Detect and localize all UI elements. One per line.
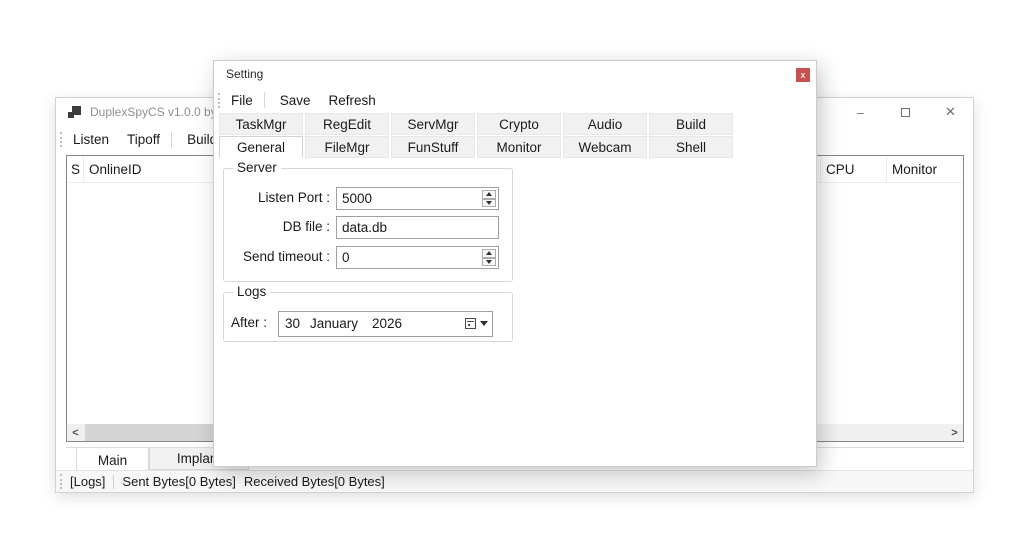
listen-port-spinner	[481, 189, 497, 208]
tab-regedit[interactable]: RegEdit	[305, 113, 389, 135]
menu-refresh[interactable]: Refresh	[322, 93, 383, 108]
spin-up-button[interactable]	[482, 249, 496, 258]
spin-down-button[interactable]	[482, 258, 496, 267]
tab-crypto[interactable]: Crypto	[477, 113, 561, 135]
maximize-button[interactable]	[883, 98, 928, 126]
close-icon: ✕	[945, 104, 956, 120]
listen-port-input[interactable]: 5000	[336, 187, 499, 210]
setting-dialog: Setting x File Save Refresh TaskMgr RegE…	[213, 60, 817, 467]
column-header-cpu[interactable]: CPU	[821, 156, 887, 182]
db-file-value: data.db	[342, 220, 387, 235]
tab-taskmgr[interactable]: TaskMgr	[219, 113, 303, 135]
spin-down-button[interactable]	[482, 199, 496, 208]
tab-shell[interactable]: Shell	[649, 136, 733, 158]
date-picker-dropdown-button[interactable]	[465, 318, 488, 329]
tab-webcam[interactable]: Webcam	[563, 136, 647, 158]
dialog-close-icon: x	[800, 70, 805, 80]
send-timeout-value: 0	[342, 250, 350, 265]
tab-build[interactable]: Build	[649, 113, 733, 135]
minimize-button[interactable]: –	[838, 98, 883, 126]
listen-port-value: 5000	[342, 191, 372, 206]
dropdown-arrow-icon	[480, 321, 488, 326]
spin-down-icon	[486, 201, 492, 205]
logs-group-label: Logs	[233, 284, 270, 299]
tab-audio[interactable]: Audio	[563, 113, 647, 135]
send-timeout-label: Send timeout :	[224, 249, 330, 264]
spin-up-icon	[486, 192, 492, 196]
date-day[interactable]: 30	[285, 316, 300, 331]
maximize-icon	[901, 108, 910, 117]
date-year[interactable]: 2026	[372, 316, 402, 331]
spin-up-button[interactable]	[482, 190, 496, 199]
server-groupbox: Server Listen Port : 5000 DB file : data…	[223, 168, 513, 282]
listen-port-label: Listen Port :	[224, 190, 330, 205]
send-timeout-spinner	[481, 248, 497, 267]
column-header-s[interactable]: S	[67, 156, 84, 182]
dialog-tabstrip: TaskMgr RegEdit ServMgr Crypto Audio Bui…	[219, 113, 735, 159]
date-month[interactable]: January	[310, 316, 358, 331]
dialog-close-button[interactable]: x	[796, 68, 810, 82]
db-file-label: DB file :	[224, 219, 330, 234]
minimize-icon: –	[857, 105, 864, 120]
tab-monitor[interactable]: Monitor	[477, 136, 561, 158]
app-icon	[68, 106, 81, 119]
status-received-bytes: Received Bytes[0 Bytes]	[244, 474, 385, 489]
tipoff-button[interactable]: Tipoff	[120, 132, 167, 147]
server-group-label: Server	[233, 160, 281, 175]
after-date-picker[interactable]: 30 January 2026	[278, 311, 493, 337]
toolbar-grip[interactable]	[60, 132, 62, 147]
tab-filemgr[interactable]: FileMgr	[305, 136, 389, 158]
tab-funstuff[interactable]: FunStuff	[391, 136, 475, 158]
status-logs[interactable]: [Logs]	[70, 474, 105, 489]
dialog-title: Setting	[226, 67, 263, 81]
close-button[interactable]: ✕	[928, 98, 973, 126]
menu-separator	[264, 92, 265, 108]
menu-file[interactable]: File	[224, 93, 260, 108]
toolbar-separator	[171, 132, 172, 148]
after-label: After :	[231, 315, 267, 330]
db-file-input[interactable]: data.db	[336, 216, 499, 239]
scroll-left-icon[interactable]: <	[67, 424, 84, 441]
spin-down-icon	[486, 260, 492, 264]
send-timeout-input[interactable]: 0	[336, 246, 499, 269]
column-header-monitor[interactable]: Monitor	[887, 156, 963, 182]
tab-general[interactable]: General	[219, 136, 303, 158]
logs-groupbox: Logs After : 30 January 2026	[223, 292, 513, 342]
scroll-right-icon[interactable]: >	[946, 424, 963, 441]
status-separator	[113, 475, 114, 489]
status-sent-bytes: Sent Bytes[0 Bytes]	[122, 474, 235, 489]
statusbar-grip	[60, 474, 62, 489]
dialog-menubar: File Save Refresh	[214, 87, 816, 113]
calendar-icon	[465, 318, 476, 329]
menu-save[interactable]: Save	[273, 93, 318, 108]
spin-up-icon	[486, 251, 492, 255]
menubar-grip[interactable]	[218, 93, 220, 108]
tab-servmgr[interactable]: ServMgr	[391, 113, 475, 135]
status-bar: [Logs] Sent Bytes[0 Bytes] Received Byte…	[56, 470, 973, 492]
dialog-titlebar[interactable]: Setting x	[214, 61, 816, 87]
listen-button[interactable]: Listen	[66, 132, 116, 147]
